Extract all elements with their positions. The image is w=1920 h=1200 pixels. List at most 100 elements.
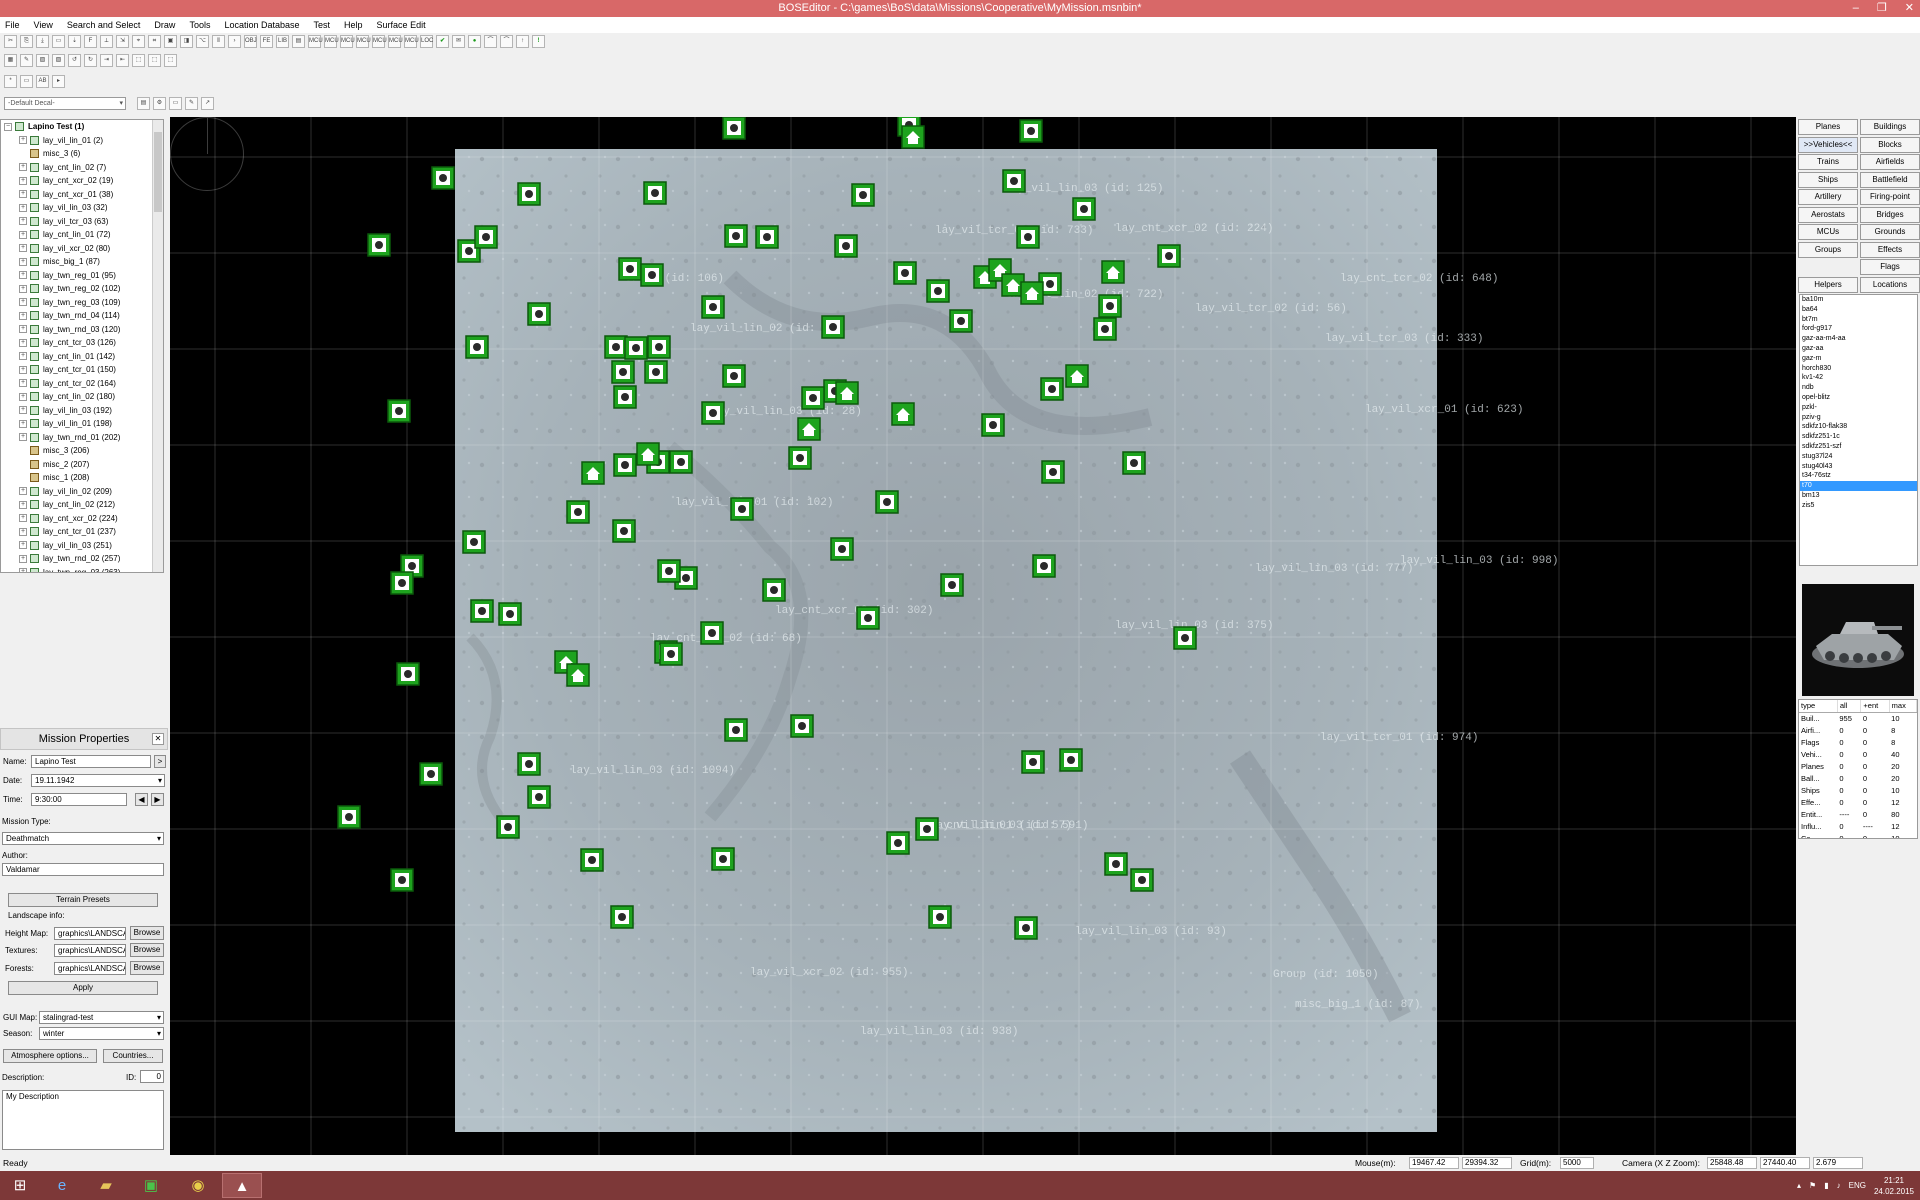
- toolbar-button-15[interactable]: OBJ: [244, 35, 257, 48]
- mission-type-select[interactable]: Deathmatch: [2, 832, 164, 845]
- tree-item[interactable]: misc_3 (6): [1, 147, 163, 161]
- vehicle-list-item[interactable]: stug40l43: [1800, 462, 1917, 472]
- expand-icon[interactable]: +: [19, 352, 27, 361]
- block-marker[interactable]: [465, 335, 489, 359]
- decal-tool-4[interactable]: ✎: [185, 97, 198, 110]
- tree-item[interactable]: + lay_cnt_lin_02 (212): [1, 498, 163, 512]
- block-marker[interactable]: [610, 905, 634, 929]
- expand-icon[interactable]: +: [19, 176, 27, 185]
- block-marker[interactable]: [701, 401, 725, 425]
- category-planes[interactable]: Planes: [1798, 119, 1858, 135]
- block-marker[interactable]: [640, 263, 664, 287]
- block-marker[interactable]: [1072, 197, 1096, 221]
- time-next-button[interactable]: ▶: [151, 793, 164, 806]
- block-marker[interactable]: [613, 385, 637, 409]
- tree-item[interactable]: + lay_cnt_lin_02 (180): [1, 390, 163, 404]
- explorer-icon[interactable]: ▰: [86, 1173, 126, 1198]
- edit-toolbar-button-6[interactable]: ⇥: [100, 54, 113, 67]
- tree-item[interactable]: + lay_cnt_lin_01 (142): [1, 350, 163, 364]
- expand-icon[interactable]: +: [19, 365, 27, 374]
- block-marker[interactable]: [788, 446, 812, 470]
- vehicle-list-item[interactable]: gaz-aa: [1800, 344, 1917, 354]
- expand-icon[interactable]: +: [19, 338, 27, 347]
- vehicle-list-item[interactable]: ford-g917: [1800, 324, 1917, 334]
- decal-tool-3[interactable]: ▭: [169, 97, 182, 110]
- vehicle-list-item[interactable]: ba64: [1800, 305, 1917, 315]
- menu-view[interactable]: View: [34, 17, 53, 33]
- expand-icon[interactable]: +: [19, 284, 27, 293]
- tree-item[interactable]: + lay_twn_reg_03 (263): [1, 566, 163, 572]
- apply-button[interactable]: Apply: [8, 981, 158, 995]
- expand-icon[interactable]: +: [19, 433, 27, 442]
- block-marker[interactable]: [419, 762, 443, 786]
- restore-button[interactable]: ❐: [1877, 0, 1887, 17]
- tree-root[interactable]: − Lapino Test (1): [1, 120, 163, 134]
- block-marker[interactable]: [722, 364, 746, 388]
- category-blocks[interactable]: Blocks: [1860, 136, 1920, 153]
- ie-icon[interactable]: e: [42, 1173, 82, 1198]
- start-button[interactable]: ⊞: [0, 1173, 40, 1198]
- block-marker[interactable]: [580, 848, 604, 872]
- tree-scrollbar[interactable]: [152, 120, 163, 572]
- block-marker[interactable]: [396, 662, 420, 686]
- decal-tool-5[interactable]: ↗: [201, 97, 214, 110]
- category-mcus[interactable]: MCUs: [1798, 224, 1858, 240]
- object-tree[interactable]: − Lapino Test (1) + lay_vil_lin_01 (2) mis…: [0, 119, 164, 573]
- block-marker[interactable]: [886, 831, 910, 855]
- building-marker[interactable]: [1020, 281, 1044, 305]
- expand-icon[interactable]: +: [19, 163, 27, 172]
- vehicle-list-item[interactable]: opel-blitz: [1800, 393, 1917, 403]
- height-map-browse-button[interactable]: Browse: [130, 926, 164, 940]
- collapse-icon[interactable]: −: [4, 122, 12, 131]
- tree-item[interactable]: + lay_vil_tcr_03 (63): [1, 215, 163, 229]
- toolbar-button-0[interactable]: ✂: [4, 35, 17, 48]
- tree-item[interactable]: + lay_vil_lin_03 (32): [1, 201, 163, 215]
- chrome-icon[interactable]: ◉: [178, 1173, 218, 1198]
- block-marker[interactable]: [821, 315, 845, 339]
- countries-button[interactable]: Countries...: [103, 1049, 163, 1063]
- edit-toolbar-button-2[interactable]: ▨: [36, 54, 49, 67]
- category-aerostats[interactable]: Aerostats: [1798, 206, 1858, 223]
- tree-item[interactable]: + misc_big_1 (87): [1, 255, 163, 269]
- tree-item[interactable]: + lay_vil_lin_01 (2): [1, 134, 163, 148]
- insert-toolbar-button-2[interactable]: AB: [36, 75, 49, 88]
- vehicle-list-item[interactable]: gaz-m: [1800, 354, 1917, 364]
- expand-icon[interactable]: +: [19, 136, 27, 145]
- tree-item[interactable]: + lay_twn_rnd_02 (257): [1, 552, 163, 566]
- edit-toolbar-button-5[interactable]: ↻: [84, 54, 97, 67]
- toolbar-button-9[interactable]: ⌗: [148, 35, 161, 48]
- vehicle-list-item[interactable]: sdkfz10-flak38: [1800, 422, 1917, 432]
- insert-toolbar-button-0[interactable]: *: [4, 75, 17, 88]
- expand-icon[interactable]: +: [19, 230, 27, 239]
- tree-item[interactable]: + lay_twn_reg_02 (102): [1, 282, 163, 296]
- toolbar-button-5[interactable]: F: [84, 35, 97, 48]
- building-marker[interactable]: [1065, 364, 1089, 388]
- decal-select[interactable]: -Default Decal-: [4, 97, 126, 110]
- block-marker[interactable]: [856, 606, 880, 630]
- toolbar-button-2[interactable]: ⤓: [36, 35, 49, 48]
- tray-up-icon[interactable]: ▴: [1797, 1181, 1801, 1190]
- category-battlefield[interactable]: Battlefield: [1860, 171, 1920, 188]
- vehicle-list-item[interactable]: sdkfz251-szf: [1800, 442, 1917, 452]
- block-marker[interactable]: [790, 714, 814, 738]
- block-marker[interactable]: [390, 571, 414, 595]
- block-marker[interactable]: [1104, 852, 1128, 876]
- tree-item[interactable]: + lay_twn_rnd_04 (114): [1, 309, 163, 323]
- building-marker[interactable]: [1101, 260, 1125, 284]
- block-marker[interactable]: [618, 257, 642, 281]
- block-marker[interactable]: [1059, 748, 1083, 772]
- block-marker[interactable]: [659, 642, 683, 666]
- tree-item[interactable]: + lay_cnt_lin_02 (7): [1, 161, 163, 175]
- block-marker[interactable]: [851, 183, 875, 207]
- block-marker[interactable]: [893, 261, 917, 285]
- block-marker[interactable]: [711, 847, 735, 871]
- language-indicator[interactable]: ENG: [1849, 1181, 1866, 1190]
- tree-item[interactable]: + lay_twn_rnd_03 (120): [1, 323, 163, 337]
- time-field[interactable]: 9:30:00: [31, 793, 127, 806]
- block-marker[interactable]: [1032, 554, 1056, 578]
- expand-icon[interactable]: +: [19, 419, 27, 428]
- expand-icon[interactable]: +: [19, 298, 27, 307]
- block-marker[interactable]: [1019, 119, 1043, 143]
- category-ships[interactable]: Ships: [1798, 171, 1858, 188]
- tree-item[interactable]: + lay_cnt_xcr_01 (38): [1, 188, 163, 202]
